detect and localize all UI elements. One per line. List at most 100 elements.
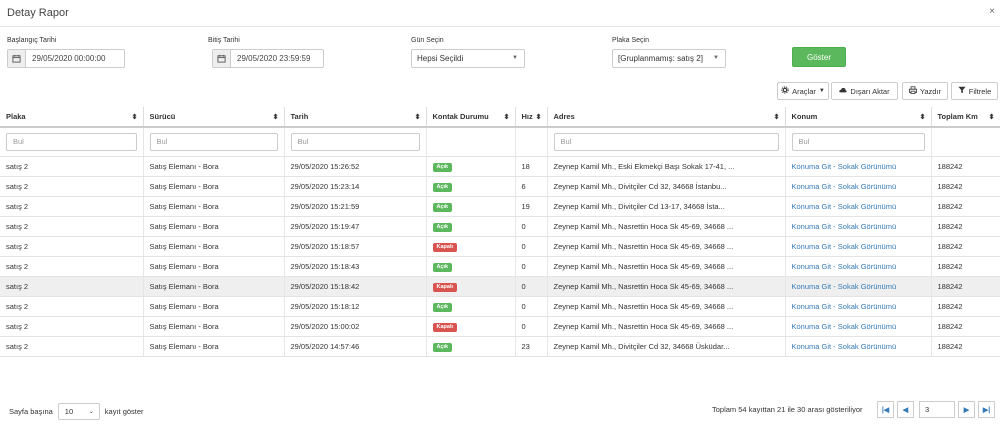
cloud-icon bbox=[839, 86, 848, 96]
location-link[interactable]: Konuma Git - Sokak Görünümü bbox=[792, 202, 897, 211]
next-page-button[interactable]: ▶ bbox=[958, 401, 975, 418]
status-badge: Açık bbox=[432, 162, 453, 172]
date-cell: 29/05/2020 15:26:52 bbox=[284, 156, 427, 177]
driver-cell: Satış Elemanı - Bora bbox=[143, 276, 285, 297]
address-cell-text: Zeynep Kamil Mh., Eski Ekmekçi Başı Soka… bbox=[553, 161, 735, 171]
driver-cell-text: Satış Elemanı - Bora bbox=[149, 281, 219, 291]
plate-select[interactable]: [Gruplanmamış: satış 2] ▼ bbox=[612, 49, 726, 68]
sort-icon[interactable]: ⬍ bbox=[774, 113, 780, 121]
tools-button[interactable]: Araçlar ▼ bbox=[777, 82, 829, 100]
filter-cell bbox=[931, 127, 1000, 157]
last-page-icon: ▶| bbox=[982, 406, 991, 414]
column-header-location[interactable]: Konum ⬍ bbox=[785, 107, 932, 128]
plate-cell-text: satış 2 bbox=[6, 341, 29, 351]
column-header-total-km[interactable]: Toplam Km ⬍ bbox=[931, 107, 1000, 128]
caret-down-icon: ▼ bbox=[818, 88, 825, 94]
column-header-date[interactable]: Tarih ⬍ bbox=[284, 107, 427, 128]
table-row[interactable]: satış 2 Satış Elemanı - Bora 29/05/2020 15… bbox=[0, 156, 1000, 177]
location-link[interactable]: Konuma Git - Sokak Görünümü bbox=[792, 302, 897, 311]
table-row[interactable]: satış 2 Satış Elemanı - Bora 29/05/2020 15… bbox=[0, 276, 1000, 297]
address-cell-text: Zeynep Kamil Mh., Nasrettin Hoca Sk 45-6… bbox=[553, 241, 734, 251]
location-link[interactable]: Konuma Git - Sokak Görünümü bbox=[792, 222, 897, 231]
location-cell: Konuma Git - Sokak Görünümü bbox=[785, 276, 932, 297]
column-header-label: Toplam Km bbox=[937, 112, 978, 121]
location-filter-input[interactable]: Bul bbox=[791, 132, 925, 151]
location-link[interactable]: Konuma Git - Sokak Görünümü bbox=[792, 322, 897, 331]
start-date-input[interactable]: 29/05/2020 00:00:00 bbox=[7, 49, 125, 68]
end-date-input[interactable]: 29/05/2020 23:59:59 bbox=[212, 49, 324, 68]
status-cell: Açık bbox=[426, 176, 516, 197]
sort-icon[interactable]: ⬍ bbox=[504, 113, 510, 121]
sort-icon[interactable]: ⬍ bbox=[132, 113, 138, 121]
table-row[interactable]: satış 2 Satış Elemanı - Bora 29/05/2020 15… bbox=[0, 296, 1000, 317]
driver-cell-text: Satış Elemanı - Bora bbox=[149, 301, 219, 311]
prev-page-button[interactable]: ◀ bbox=[897, 401, 914, 418]
driver-cell-text: Satış Elemanı - Bora bbox=[149, 321, 219, 331]
column-header-status[interactable]: Kontak Durumu ⬍ bbox=[426, 107, 516, 128]
page-number-input[interactable]: 3 bbox=[919, 401, 955, 418]
table-row[interactable]: satış 2 Satış Elemanı - Bora 29/05/2020 15… bbox=[0, 196, 1000, 217]
address-filter-input[interactable]: Bul bbox=[553, 132, 779, 151]
plate-cell: satış 2 bbox=[0, 276, 144, 297]
filter-label: Filtrele bbox=[968, 86, 992, 96]
table-row[interactable]: satış 2 Satış Elemanı - Bora 29/05/2020 15… bbox=[0, 216, 1000, 237]
sort-icon[interactable]: ⬍ bbox=[989, 113, 995, 121]
day-select[interactable]: Hepsi Seçildi ▼ bbox=[411, 49, 525, 68]
plate-cell: satış 2 bbox=[0, 236, 144, 257]
per-page-select[interactable]: 10 ⌄ bbox=[57, 403, 100, 420]
table-row[interactable]: satış 2 Satış Elemanı - Bora 29/05/2020 15… bbox=[0, 256, 1000, 277]
filter-cell: Bul bbox=[0, 127, 144, 157]
speed-cell-text: 0 bbox=[521, 221, 526, 231]
location-link[interactable]: Konuma Git - Sokak Görünümü bbox=[792, 282, 897, 291]
table-row[interactable]: satış 2 Satış Elemanı - Bora 29/05/2020 14… bbox=[0, 336, 1000, 357]
status-badge: Açık bbox=[432, 342, 453, 352]
address-cell-text: Zeynep Kamil Mh., Nasrettin Hoca Sk 45-6… bbox=[553, 321, 734, 331]
total-km-cell-text: 188242 bbox=[937, 261, 963, 271]
column-header-plate[interactable]: Plaka ⬍ bbox=[0, 107, 144, 128]
filter-button[interactable]: Filtrele bbox=[951, 82, 998, 100]
calendar-icon bbox=[8, 50, 26, 67]
plate-filter-input[interactable]: Bul bbox=[6, 132, 137, 151]
location-link[interactable]: Konuma Git - Sokak Görünümü bbox=[792, 242, 897, 251]
date-cell-text: 29/05/2020 15:18:12 bbox=[290, 301, 360, 311]
location-link[interactable]: Konuma Git - Sokak Görünümü bbox=[792, 262, 897, 271]
speed-cell: 19 bbox=[515, 196, 548, 217]
date-cell: 29/05/2020 15:18:43 bbox=[284, 256, 427, 277]
first-page-button[interactable]: |◀ bbox=[877, 401, 894, 418]
export-label: Dışarı Aktar bbox=[850, 86, 890, 96]
sort-icon[interactable]: ⬍ bbox=[536, 113, 542, 121]
driver-filter-input[interactable]: Bul bbox=[149, 132, 278, 151]
column-header-driver[interactable]: Sürücü ⬍ bbox=[143, 107, 285, 128]
last-page-button[interactable]: ▶| bbox=[978, 401, 995, 418]
column-header-address[interactable]: Adres ⬍ bbox=[547, 107, 786, 128]
filter-row: Bul Bul Bul Bul Bul bbox=[0, 127, 1000, 157]
header-divider bbox=[0, 26, 1000, 27]
speed-cell: 23 bbox=[515, 336, 548, 357]
end-date-value: 29/05/2020 23:59:59 bbox=[237, 54, 311, 63]
location-link[interactable]: Konuma Git - Sokak Görünümü bbox=[792, 162, 897, 171]
location-cell: Konuma Git - Sokak Görünümü bbox=[785, 216, 932, 237]
column-header-speed[interactable]: Hız ⬍ bbox=[515, 107, 548, 128]
show-button[interactable]: Göster bbox=[792, 47, 846, 67]
date-filter-input[interactable]: Bul bbox=[290, 132, 420, 151]
speed-cell-text: 0 bbox=[521, 321, 526, 331]
status-cell: Açık bbox=[426, 296, 516, 317]
day-select-label: Gün Seçin bbox=[411, 37, 444, 44]
sort-icon[interactable]: ⬍ bbox=[920, 113, 926, 121]
table-row[interactable]: satış 2 Satış Elemanı - Bora 29/05/2020 15… bbox=[0, 176, 1000, 197]
sort-icon[interactable]: ⬍ bbox=[415, 113, 421, 121]
export-button[interactable]: Dışarı Aktar bbox=[831, 82, 898, 100]
address-cell-text: Zeynep Kamil Mh., Nasrettin Hoca Sk 45-6… bbox=[553, 221, 734, 231]
close-icon[interactable]: × bbox=[989, 6, 995, 17]
speed-cell-text: 0 bbox=[521, 241, 526, 251]
driver-cell: Satış Elemanı - Bora bbox=[143, 336, 285, 357]
address-cell-text: Zeynep Kamil Mh., Divitçiler Cd 13-17, 3… bbox=[553, 201, 725, 211]
location-link[interactable]: Konuma Git - Sokak Görünümü bbox=[792, 182, 897, 191]
plate-cell: satış 2 bbox=[0, 336, 144, 357]
sort-icon[interactable]: ⬍ bbox=[273, 113, 279, 121]
table-row[interactable]: satış 2 Satış Elemanı - Bora 29/05/2020 15… bbox=[0, 236, 1000, 257]
print-button[interactable]: Yazdır bbox=[902, 82, 948, 100]
location-link[interactable]: Konuma Git - Sokak Görünümü bbox=[792, 342, 897, 351]
table-row[interactable]: satış 2 Satış Elemanı - Bora 29/05/2020 15… bbox=[0, 316, 1000, 337]
date-cell: 29/05/2020 15:18:42 bbox=[284, 276, 427, 297]
